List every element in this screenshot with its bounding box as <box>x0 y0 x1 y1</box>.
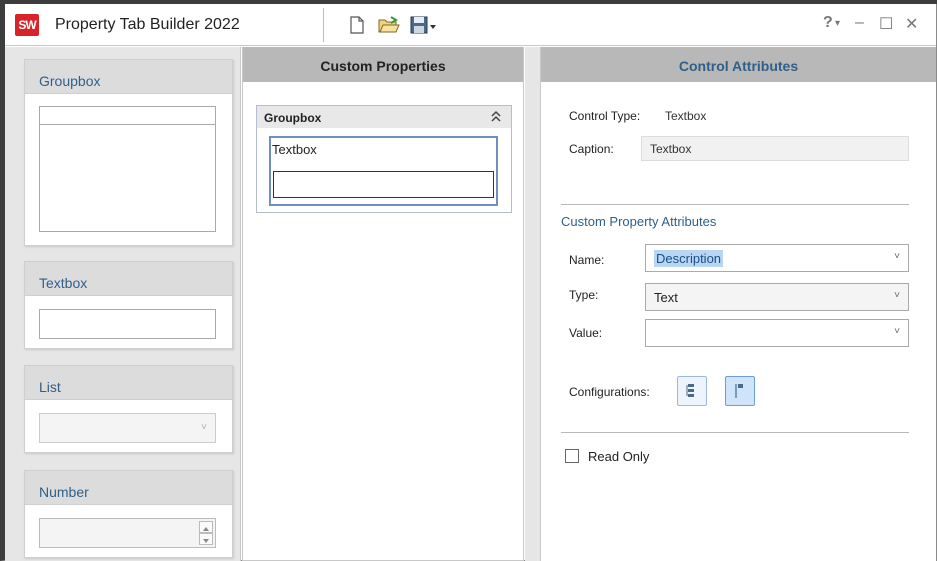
value-label: Value: <box>569 326 603 340</box>
title-bar: SW Property Tab Builder 2022 ? ▾ – ☐ ✕ <box>5 4 936 46</box>
groupbox-control[interactable]: Groupbox Textbox <box>256 105 512 213</box>
window-title: Property Tab Builder 2022 <box>55 16 240 33</box>
caption-field[interactable]: Textbox <box>641 136 909 161</box>
groupbox-title: Groupbox <box>264 111 322 125</box>
caption-label: Caption: <box>569 142 614 156</box>
groupbox-header[interactable]: Groupbox <box>257 106 511 128</box>
palette-textbox-label: Textbox <box>25 262 232 296</box>
config-specific-button[interactable] <box>725 376 755 406</box>
config-tree-icon <box>686 384 694 397</box>
groupbox-preview-divider <box>40 124 215 125</box>
name-value: Description <box>654 250 724 267</box>
panel-gutter <box>525 47 540 561</box>
type-dropdown-chevron-icon[interactable]: ˅ <box>894 290 900 301</box>
read-only-label: Read Only <box>588 449 650 464</box>
name-label: Name: <box>569 253 605 267</box>
close-icon[interactable]: ✕ <box>905 14 918 34</box>
help-dropdown-icon[interactable]: ▾ <box>835 18 840 29</box>
config-all-button[interactable] <box>677 376 707 406</box>
textbox-control[interactable]: Textbox <box>269 136 498 206</box>
new-document-icon[interactable] <box>347 15 367 35</box>
solidworks-logo-icon: SW <box>15 14 39 36</box>
control-type-value: Textbox <box>665 109 707 123</box>
groupbox-preview <box>39 106 216 232</box>
palette-list-label: List <box>25 366 232 400</box>
number-preview <box>39 518 216 548</box>
type-combo[interactable]: Text ˅ <box>645 283 909 311</box>
control-palette: Groupbox Textbox List ˅ Number <box>5 47 241 561</box>
help-icon[interactable]: ? <box>823 14 833 32</box>
palette-groupbox-label: Groupbox <box>25 60 232 94</box>
spin-up-icon <box>199 521 213 533</box>
list-preview-chevron-icon: ˅ <box>201 422 207 433</box>
read-only-checkbox[interactable] <box>565 449 579 463</box>
name-dropdown-chevron-icon[interactable]: ˅ <box>894 251 900 262</box>
section-divider <box>561 204 909 205</box>
custom-properties-header: Custom Properties <box>243 47 523 82</box>
title-separator <box>323 8 324 42</box>
maximize-icon[interactable]: ☐ <box>879 14 893 34</box>
collapse-chevron-icon[interactable] <box>491 110 501 124</box>
spin-down-icon <box>199 533 213 545</box>
custom-properties-panel: Custom Properties Groupbox Textbox <box>242 47 524 561</box>
minimize-icon[interactable]: – <box>855 14 864 32</box>
textbox-input[interactable] <box>273 171 494 198</box>
config-single-icon <box>735 384 743 398</box>
control-attributes-header: Control Attributes <box>541 47 936 82</box>
name-combo[interactable]: Description ˅ <box>645 244 909 272</box>
palette-number[interactable]: Number <box>24 470 233 558</box>
save-icon[interactable] <box>409 15 429 35</box>
textbox-caption: Textbox <box>272 142 317 157</box>
palette-number-label: Number <box>25 471 232 505</box>
type-value: Text <box>654 290 678 305</box>
textbox-preview <box>39 309 216 339</box>
control-attributes-panel: Control Attributes Control Type: Textbox… <box>540 47 936 561</box>
value-dropdown-chevron-icon[interactable]: ˅ <box>894 326 900 337</box>
palette-textbox[interactable]: Textbox <box>24 261 233 349</box>
configurations-label: Configurations: <box>569 385 650 399</box>
list-preview: ˅ <box>39 413 216 443</box>
palette-groupbox[interactable]: Groupbox <box>24 59 233 246</box>
save-dropdown-icon[interactable] <box>429 15 437 35</box>
open-folder-icon[interactable] <box>377 15 401 35</box>
section-divider-2 <box>561 432 909 433</box>
custom-property-attributes-title: Custom Property Attributes <box>561 214 717 229</box>
control-type-label: Control Type: <box>569 109 641 123</box>
type-label: Type: <box>569 288 599 302</box>
value-combo[interactable]: ˅ <box>645 319 909 347</box>
palette-list[interactable]: List ˅ <box>24 365 233 453</box>
